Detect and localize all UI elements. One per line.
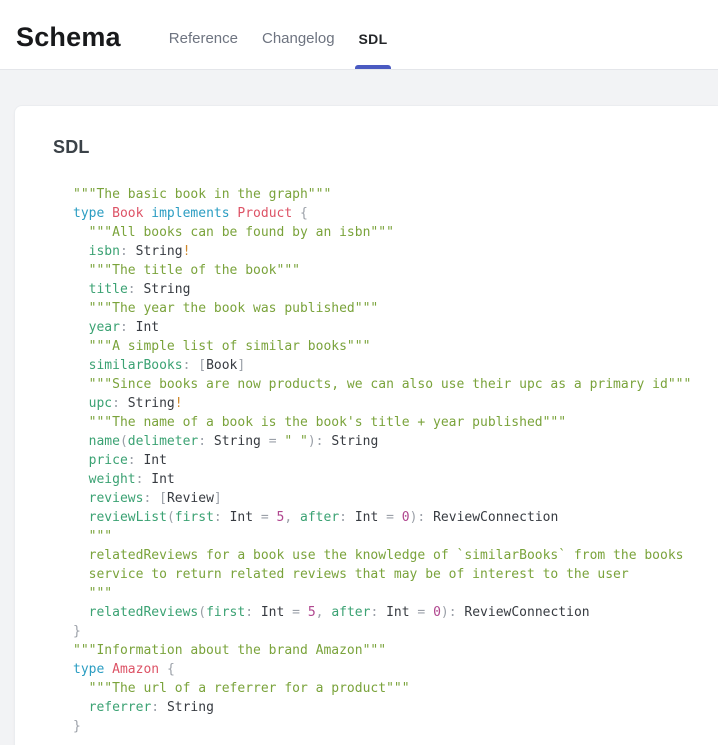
- code-line: """A simple list of similar books""": [73, 337, 718, 356]
- code-line: """Information about the brand Amazon""": [73, 641, 718, 660]
- code-line: service to return related reviews that m…: [73, 565, 718, 584]
- tab-changelog[interactable]: Changelog: [250, 8, 347, 69]
- code-line: weight: Int: [73, 470, 718, 489]
- sdl-code[interactable]: """The basic book in the graph"""type Bo…: [73, 185, 718, 736]
- code-line: name(delimeter: String = " "): String: [73, 432, 718, 451]
- code-line: title: String: [73, 280, 718, 299]
- code-line: """All books can be found by an isbn""": [73, 223, 718, 242]
- tabs: ReferenceChangelogSDL: [157, 0, 400, 69]
- code-line: year: Int: [73, 318, 718, 337]
- code-line: upc: String!: [73, 394, 718, 413]
- code-line: """The url of a referrer for a product""…: [73, 679, 718, 698]
- code-line: reviewList(first: Int = 5, after: Int = …: [73, 508, 718, 527]
- code-line: """The year the book was published""": [73, 299, 718, 318]
- code-line: """The title of the book""": [73, 261, 718, 280]
- code-line: price: Int: [73, 451, 718, 470]
- code-line: """The basic book in the graph""": [73, 185, 718, 204]
- code-line: relatedReviews(first: Int = 5, after: In…: [73, 603, 718, 622]
- code-line: """: [73, 584, 718, 603]
- code-line: """: [73, 527, 718, 546]
- code-line: }: [73, 622, 718, 641]
- code-line: }: [73, 717, 718, 736]
- code-line: type Amazon {: [73, 660, 718, 679]
- code-line: """The name of a book is the book's titl…: [73, 413, 718, 432]
- page-header: Schema ReferenceChangelogSDL: [0, 0, 718, 70]
- tab-sdl[interactable]: SDL: [347, 8, 400, 69]
- sdl-card-heading: SDL: [53, 137, 718, 158]
- code-line: similarBooks: [Book]: [73, 356, 718, 375]
- code-line: relatedReviews for a book use the knowle…: [73, 546, 718, 565]
- code-line: """Since books are now products, we can …: [73, 375, 718, 394]
- tab-reference[interactable]: Reference: [157, 8, 250, 69]
- code-line: reviews: [Review]: [73, 489, 718, 508]
- code-line: type Book implements Product {: [73, 204, 718, 223]
- page-title: Schema: [16, 16, 121, 53]
- sdl-card: SDL """The basic book in the graph"""typ…: [14, 105, 718, 745]
- code-line: isbn: String!: [73, 242, 718, 261]
- code-line: referrer: String: [73, 698, 718, 717]
